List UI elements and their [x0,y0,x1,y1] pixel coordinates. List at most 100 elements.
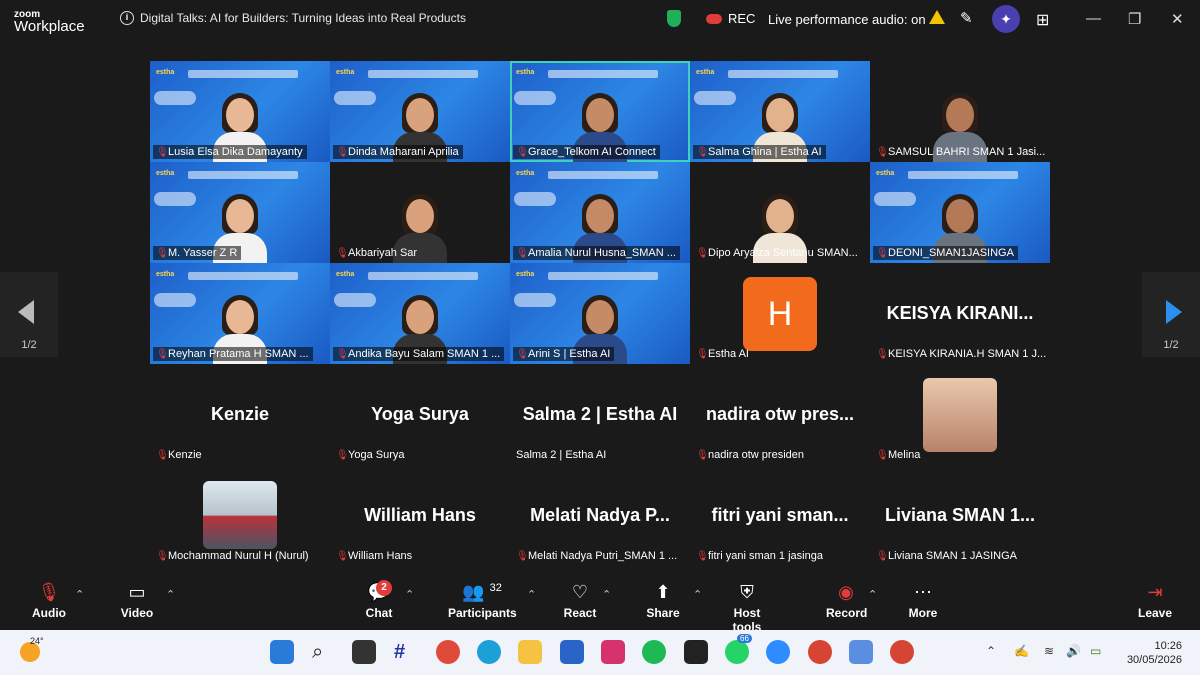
tray-chevron-icon[interactable]: ⌃ [986,644,996,658]
next-page-button[interactable]: 1/2 [1142,272,1200,357]
participant-name-label: 🎙 Liviana SMAN 1 JASINGA [873,549,1021,563]
participant-name: Mochammad Nurul H (Nurul) [168,550,309,562]
minimize-button[interactable]: — [1086,10,1101,27]
chrome-profile-icon[interactable] [808,640,832,664]
participant-tile[interactable]: 🎙 Melina [870,364,1050,465]
event-banner [548,70,658,78]
video-caret-icon[interactable]: ⌃ [166,588,175,601]
participant-tile[interactable]: nadira otw pres... 🎙 nadira otw presiden [690,364,870,465]
banner-logo: estha [336,69,355,76]
file-explorer-icon[interactable] [518,640,542,664]
hash-app-icon[interactable]: # [394,640,418,664]
recording-indicator[interactable]: REC [706,11,755,26]
participant-tile[interactable]: estha 🎙 DEONI_SMAN1JASINGA [870,162,1050,263]
audio-caret-icon[interactable]: ⌃ [75,588,84,601]
participant-tile[interactable]: Yoga Surya 🎙 Yoga Surya [330,364,510,465]
participant-name-label: 🎙 DEONI_SMAN1JASINGA [873,246,1018,260]
store-icon[interactable] [560,640,584,664]
edge-icon[interactable] [477,640,501,664]
start-icon[interactable] [270,640,294,664]
participant-tile[interactable]: 🎙 Mochammad Nurul H (Nurul) [150,465,330,566]
share-button[interactable]: ⬆ Share [646,582,680,620]
participant-tile[interactable]: estha 🎙 Arini S | Estha AI [510,263,690,364]
host-tools-button[interactable]: ⛨ Host tools [718,582,776,634]
wifi-icon[interactable]: ≋ [1044,644,1054,658]
chat-button[interactable]: 💬2Chat [362,580,396,620]
robot-hand-graphic [154,192,196,206]
participant-avatar: H [743,277,817,351]
task-view-icon[interactable] [352,640,376,664]
participant-tile[interactable]: 🎙 Dipo Aryalza Sentanu SMAN... [690,162,870,263]
participant-name-label: 🎙 KEISYA KIRANIA.H SMAN 1 J... [873,347,1049,361]
zoom-taskbar-icon[interactable] [766,640,790,664]
participant-tile[interactable]: estha 🎙 Amalia Nurul Husna_SMAN ... [510,162,690,263]
spotify-icon[interactable] [642,640,666,664]
search-icon[interactable]: ⌕ [312,640,336,664]
participant-tile[interactable]: fitri yani sman... 🎙 fitri yani sman 1 jas… [690,465,870,566]
restore-button[interactable]: ❐ [1128,10,1141,28]
banner-logo: estha [156,69,175,76]
participant-tile[interactable]: Kenzie 🎙 Kenzie [150,364,330,465]
participant-tile[interactable]: William Hans 🎙 William Hans [330,465,510,566]
participant-tile[interactable]: Salma 2 | Estha AI Salma 2 | Estha AI [510,364,690,465]
leave-button[interactable]: ⇥ Leave [1138,582,1172,620]
ai-companion-icon[interactable]: ✦ [992,5,1020,33]
participant-tile[interactable]: estha 🎙 Andika Bayu Salam SMAN 1 ... [330,263,510,364]
banner-logo: estha [696,69,715,76]
security-shield-icon[interactable] [667,10,681,27]
sticky-notes-icon[interactable] [684,640,708,664]
record-button[interactable]: ◉ Record [826,582,867,620]
share-caret-icon[interactable]: ⌃ [693,588,702,601]
participant-name: Melati Nadya Putri_SMAN 1 ... [528,550,678,562]
snipping-icon[interactable] [601,640,625,664]
participant-tile[interactable]: Liviana SMAN 1... 🎙 Liviana SMAN 1 JASINGA [870,465,1050,566]
live-audio-status[interactable]: Live performance audio: on [768,12,926,27]
volume-icon[interactable]: 🔊 [1066,644,1081,658]
participant-tile[interactable]: 🎙 SAMSUL BAHRI SMAN 1 Jasi... [870,61,1050,162]
mic-muted-icon: 🎙 [516,550,529,562]
audio-button[interactable]: 🎙 Audio [30,582,68,620]
participant-tile[interactable]: estha 🎙 Lusia Elsa Dika Damayanty [150,61,330,162]
prev-page-button[interactable]: 1/2 [0,272,58,357]
participant-name-label: 🎙 Amalia Nurul Husna_SMAN ... [513,246,680,260]
participant-tile[interactable]: estha 🎙 Salma Ghina | Estha AI [690,61,870,162]
mic-muted-icon: 🎙 [156,348,169,360]
close-button[interactable]: ✕ [1171,10,1184,28]
banner-logo: estha [156,170,175,177]
page-indicator-left: 1/2 [21,339,37,351]
clock[interactable]: 10:26 30/05/2026 [1122,639,1182,667]
more-button[interactable]: ⋯ More [906,582,940,620]
participants-caret-icon[interactable]: ⌃ [527,588,536,601]
notepad-icon[interactable] [849,640,873,664]
participant-display-name: Salma 2 | Estha AI [522,404,678,424]
share-screen-icon: ⬆ [655,582,671,602]
participant-tile[interactable]: estha 🎙 Grace_Telkom AI Connect [510,61,690,162]
record-caret-icon[interactable]: ⌃ [868,588,877,601]
react-caret-icon[interactable]: ⌃ [602,588,611,601]
mic-muted-icon: 🎙 [516,146,529,158]
participant-tile[interactable]: H 🎙 Estha AI [690,263,870,364]
battery-icon[interactable]: ▭ [1090,644,1101,658]
participant-tile[interactable]: estha 🎙 Dinda Maharani Aprilia [330,61,510,162]
pen-tray-icon[interactable]: ✍ [1014,644,1029,658]
event-banner [548,272,658,280]
participant-tile[interactable]: Melati Nadya P... 🎙 Melati Nadya Putri_SMA… [510,465,690,566]
info-icon[interactable]: i [120,11,134,25]
participant-tile[interactable]: 🎙 Akbariyah Sar [330,162,510,263]
participant-tile[interactable]: estha 🎙 M. Yasser Z R [150,162,330,263]
mic-muted-icon: 🎙 [876,146,889,158]
participants-button[interactable]: 👥 32 Participants [448,582,517,620]
apps-grid-icon[interactable]: ⊞ [1036,10,1049,30]
chrome-icon[interactable] [436,640,460,664]
mic-muted-icon: 🎙 [696,449,709,461]
warning-icon[interactable] [929,10,945,24]
participant-tile[interactable]: estha 🎙 Reyhan Pratama H SMAN ... [150,263,330,364]
video-button[interactable]: ▭ Video [118,582,156,620]
banner-logo: estha [516,170,535,177]
participant-tile[interactable]: KEISYA KIRANI... 🎙 KEISYA KIRANIA.H SMAN 1… [870,263,1050,364]
react-button[interactable]: ♡ React [562,582,598,620]
pen-icon[interactable]: ✎ [960,9,973,27]
chat-caret-icon[interactable]: ⌃ [405,588,414,601]
whatsapp-icon[interactable]: 66 [725,634,752,664]
chrome-profile-2-icon[interactable] [890,640,914,664]
